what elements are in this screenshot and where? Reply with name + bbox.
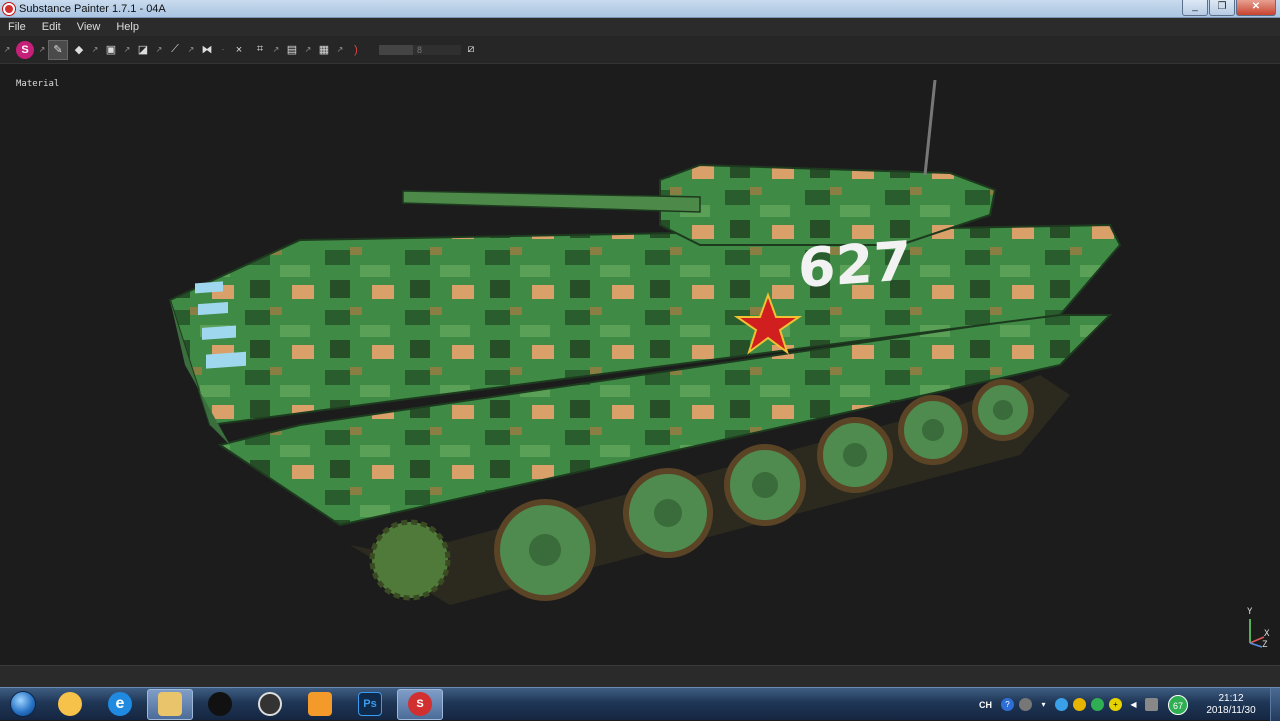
internet-explorer-icon: e xyxy=(108,692,132,716)
help-icon[interactable]: ? xyxy=(1001,698,1014,711)
polygon-fill-icon[interactable]: ◪ xyxy=(133,40,153,60)
menu-view[interactable]: View xyxy=(69,18,109,36)
taskbar-app[interactable] xyxy=(197,689,243,720)
3d-view-icon[interactable]: ▤ xyxy=(282,40,302,60)
tank-model-render[interactable]: 627 xyxy=(0,65,1280,665)
plus-icon[interactable]: + xyxy=(1109,698,1122,711)
gizmo-z-label: Z xyxy=(1262,640,1268,650)
3d-viewport[interactable]: Material 627 Y X Z xyxy=(0,65,1280,665)
qq-icon xyxy=(208,692,232,716)
close-button[interactable]: ✕ xyxy=(1236,0,1276,16)
uc-browser-icon xyxy=(308,692,332,716)
volume-icon[interactable]: ◀ xyxy=(1127,698,1140,711)
vehicle-number: 627 xyxy=(798,229,911,300)
projection-icon[interactable]: ▣ xyxy=(101,40,121,60)
obs-icon xyxy=(258,692,282,716)
taskbar-app[interactable]: S xyxy=(397,688,443,720)
clock[interactable]: 21:12 2018/11/30 xyxy=(1196,693,1266,717)
windows-taskbar: e Ps S CH ? ▾ + ◀ 67 21:12 2018/11/30 xyxy=(0,687,1280,721)
menu-bar: File Edit View Help xyxy=(0,18,1280,36)
substance-painter-icon: S xyxy=(408,692,432,716)
network-icon[interactable] xyxy=(1145,698,1158,711)
popout-icon[interactable]: ↗ xyxy=(154,40,164,60)
battery-badge[interactable]: 67 xyxy=(1168,694,1188,715)
language-indicator[interactable]: CH xyxy=(979,700,992,710)
photoshop-icon: Ps xyxy=(358,692,382,716)
brush-size-value[interactable]: 8 xyxy=(413,44,461,55)
brush-size-slider[interactable] xyxy=(379,44,413,55)
taskbar-app[interactable] xyxy=(247,689,293,720)
status-strip xyxy=(0,665,1280,687)
popout-icon[interactable]: ↗ xyxy=(303,40,313,60)
windows-explorer-icon xyxy=(58,692,82,716)
substance-painter-app-icon[interactable] xyxy=(3,2,15,15)
gizmo-y-label: Y xyxy=(1247,607,1253,617)
windows-orb-icon xyxy=(10,691,36,717)
brush-settings-icon[interactable]: ⧄ xyxy=(461,40,481,60)
popout-icon[interactable]: ↗ xyxy=(37,40,47,60)
toolbar: ↗ S ↗ ✎ ◆ ↗ ▣ ↗ ◪ ↗ ⟋ ↗ ⧓ · × ⌗ ↗ ▤ ↗ ▦ … xyxy=(0,36,1280,64)
window-title: Substance Painter 1.7.1 - 04A xyxy=(19,2,166,15)
taskbar-app[interactable]: e xyxy=(97,689,143,720)
settings-icon[interactable] xyxy=(1019,698,1032,711)
system-tray: CH ? ▾ + ◀ 67 21:12 2018/11/30 xyxy=(979,688,1280,721)
browser-tray-icon[interactable] xyxy=(1073,698,1086,711)
popout-icon[interactable]: ↗ xyxy=(335,40,345,60)
taskbar-app[interactable] xyxy=(47,689,93,720)
menu-edit[interactable]: Edit xyxy=(34,18,69,36)
popout-icon[interactable]: ↗ xyxy=(186,40,196,60)
minimize-button[interactable]: _ xyxy=(1182,0,1208,16)
title-bar: Substance Painter 1.7.1 - 04A _ ❐ ✕ xyxy=(0,0,1280,18)
show-desktop-button[interactable] xyxy=(1270,688,1280,721)
mirror-icon[interactable]: ) xyxy=(346,40,366,60)
camera-icon[interactable]: ▦ xyxy=(314,40,334,60)
file-explorer-icon xyxy=(158,692,182,716)
popout-icon[interactable]: ↗ xyxy=(90,40,100,60)
security-icon[interactable] xyxy=(1055,698,1068,711)
restore-button[interactable]: ❐ xyxy=(1209,0,1235,16)
popout-icon[interactable]: ↗ xyxy=(271,40,281,60)
shield-icon[interactable] xyxy=(1091,698,1104,711)
symmetry-icon[interactable]: ⧓ xyxy=(197,40,217,60)
menu-help[interactable]: Help xyxy=(108,18,147,36)
separator-icon: · xyxy=(221,45,225,54)
clock-date: 2018/11/30 xyxy=(1206,704,1256,716)
popout-icon[interactable]: ↗ xyxy=(122,40,132,60)
start-button[interactable] xyxy=(3,688,43,721)
substance-logo-icon[interactable]: S xyxy=(16,40,34,59)
clock-time: 21:12 xyxy=(1218,692,1244,704)
tray-chevron-icon[interactable]: ▾ xyxy=(1037,698,1050,711)
taskbar-app[interactable] xyxy=(147,688,193,720)
symmetry-x-icon[interactable]: × xyxy=(229,40,249,60)
color-picker-icon[interactable]: ⟋ xyxy=(165,40,185,60)
taskbar-app[interactable] xyxy=(297,689,343,720)
paint-brush-icon[interactable]: ✎ xyxy=(48,39,68,60)
grid-icon[interactable]: ⌗ xyxy=(250,40,270,60)
eraser-icon[interactable]: ◆ xyxy=(69,40,89,60)
axis-gizmo: Y X Z xyxy=(1244,607,1270,651)
gizmo-x-label: X xyxy=(1264,629,1270,639)
taskbar-app[interactable]: Ps xyxy=(347,689,393,720)
menu-file[interactable]: File xyxy=(0,18,34,36)
popout-icon[interactable]: ↗ xyxy=(2,40,12,60)
